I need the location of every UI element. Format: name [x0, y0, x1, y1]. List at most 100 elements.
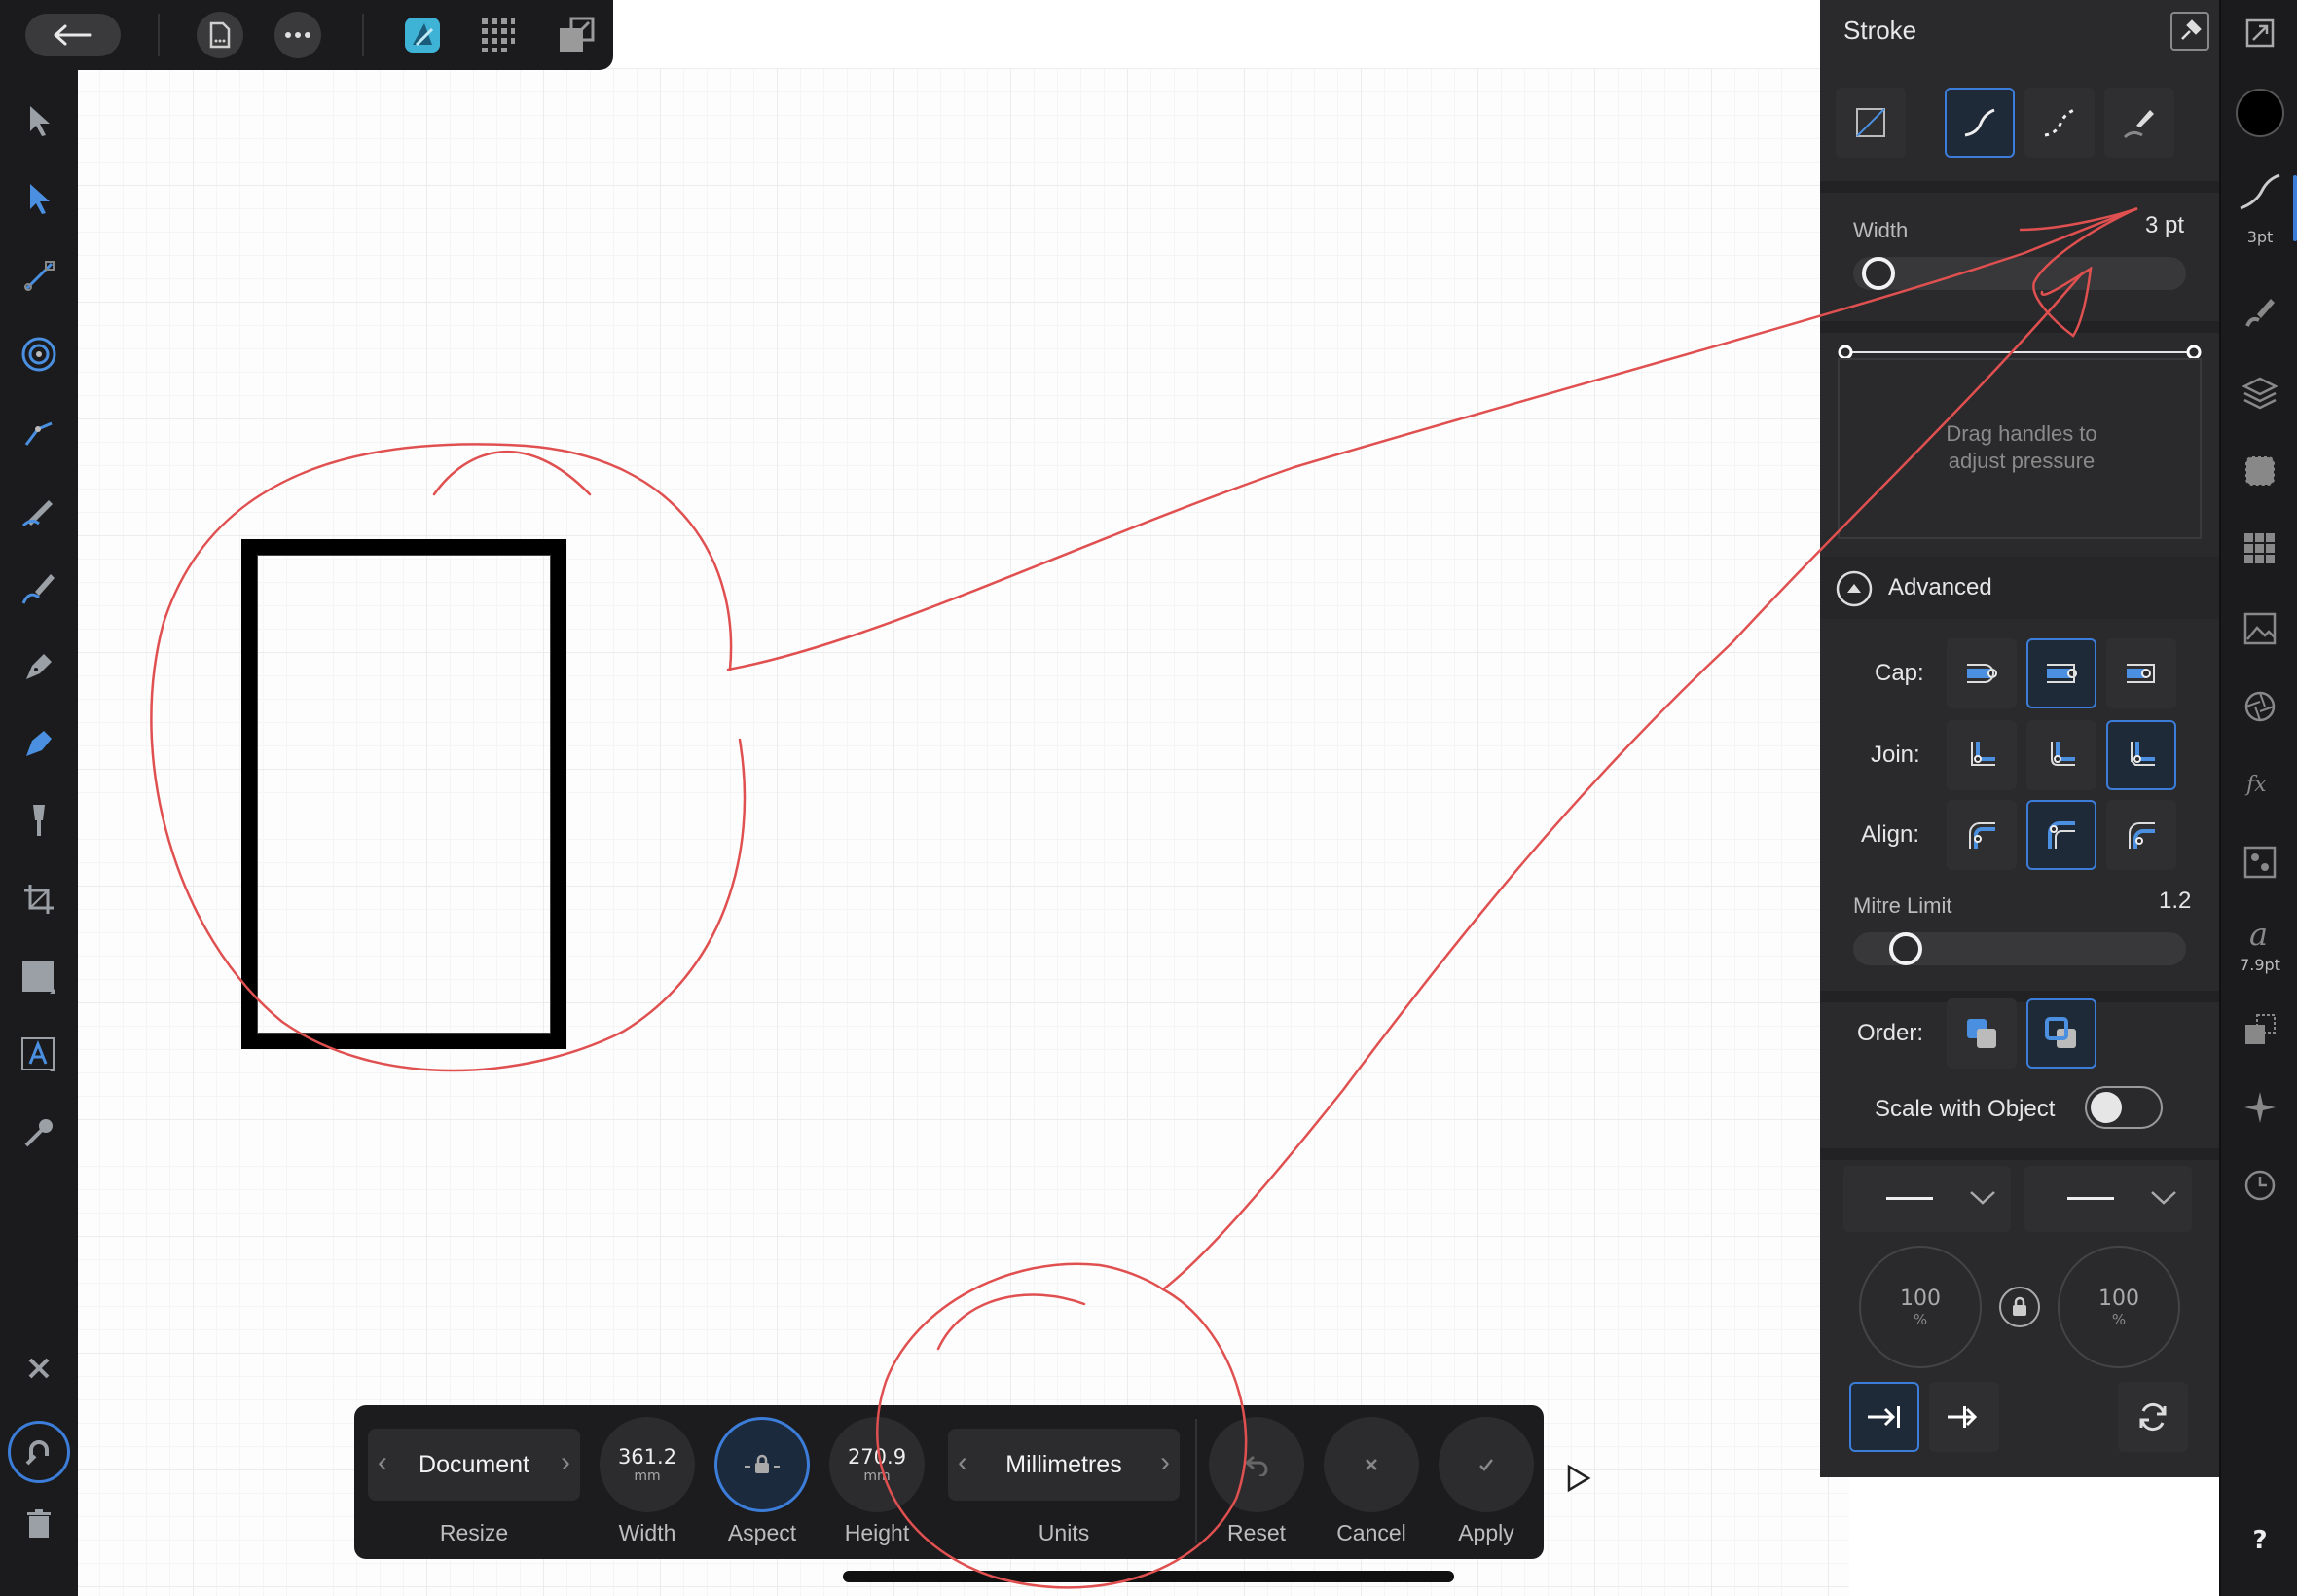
- pen-nib-icon: [26, 654, 52, 679]
- node-tool[interactable]: [14, 173, 64, 224]
- order-label: Order:: [1857, 1020, 1924, 1046]
- layers-tab[interactable]: [2235, 368, 2285, 418]
- chevron-left-icon[interactable]: ‹: [958, 1446, 967, 1479]
- close-button[interactable]: [14, 1343, 64, 1394]
- navigator-tab[interactable]: [2235, 8, 2285, 58]
- end-arrowhead-dropdown[interactable]: [2024, 1166, 2192, 1232]
- scale-with-object-toggle[interactable]: [2085, 1086, 2163, 1129]
- stroke-front-icon: [2045, 1017, 2076, 1048]
- stroke-type-solid[interactable]: [1945, 88, 2015, 158]
- reset-button[interactable]: [1209, 1417, 1304, 1512]
- pixel-persona-button[interactable]: [477, 14, 520, 56]
- vector-brush-tool[interactable]: [14, 562, 64, 613]
- corner-tool[interactable]: [14, 251, 64, 302]
- cap-label: Cap:: [1875, 660, 1924, 686]
- chevron-right-icon[interactable]: ›: [1160, 1446, 1170, 1479]
- artistic-text-icon: [21, 1037, 55, 1071]
- swatches-tab[interactable]: [2235, 524, 2285, 574]
- cap-butt-button[interactable]: [1947, 638, 2017, 708]
- point-transform-tool[interactable]: [14, 329, 64, 380]
- width-slider[interactable]: [1853, 257, 2186, 290]
- join-mitre-button[interactable]: [1947, 720, 2017, 790]
- pin-button[interactable]: [2170, 12, 2209, 51]
- checkmark-icon: [1479, 1459, 1493, 1471]
- stock-tab[interactable]: [2235, 603, 2285, 654]
- appearance-tab[interactable]: [2235, 446, 2285, 496]
- stroke-type-dashed[interactable]: [2024, 88, 2095, 158]
- history-tab[interactable]: [2235, 1160, 2285, 1211]
- percent-unit: %: [1913, 1310, 1928, 1328]
- text-style-tab[interactable]: a: [2235, 909, 2285, 960]
- target-icon: [21, 337, 56, 372]
- brushes-tab[interactable]: [2235, 286, 2285, 337]
- contour-tool[interactable]: [14, 407, 64, 457]
- rectangle-shape[interactable]: [241, 539, 566, 1049]
- navigator-compass-tab[interactable]: [2235, 1082, 2285, 1133]
- cap-square-button[interactable]: [2106, 638, 2176, 708]
- start-arrowhead-dropdown[interactable]: [1843, 1166, 2011, 1232]
- end-scale-dial[interactable]: 100 %: [2058, 1246, 2180, 1368]
- more-button[interactable]: [274, 12, 321, 58]
- advanced-header[interactable]: Advanced: [1820, 557, 2219, 619]
- width-slider-knob[interactable]: [1862, 257, 1896, 290]
- align-center-button[interactable]: [2026, 800, 2096, 870]
- chevron-left-icon[interactable]: ‹: [378, 1446, 387, 1479]
- chevron-right-icon[interactable]: ›: [561, 1446, 570, 1479]
- aspect-label: Aspect: [727, 1520, 797, 1545]
- align-inside-button[interactable]: [1947, 800, 2017, 870]
- no-stroke-icon: [1856, 108, 1885, 137]
- transform-tab[interactable]: [2235, 1004, 2285, 1055]
- pen-tool[interactable]: [14, 640, 64, 691]
- swap-arrowheads-button[interactable]: [2118, 1382, 2188, 1452]
- arrowhead-at-end-button[interactable]: [1929, 1382, 1999, 1452]
- text-tool[interactable]: [14, 1030, 64, 1080]
- stroke-type-none[interactable]: [1836, 88, 1906, 158]
- align-outside-button[interactable]: [2106, 800, 2176, 870]
- cap-round-button[interactable]: [2026, 638, 2096, 708]
- fill-icon: [26, 731, 52, 756]
- width-dial[interactable]: 361.2 mm: [600, 1417, 695, 1512]
- move-tool[interactable]: [14, 95, 64, 146]
- stroke-type-brush[interactable]: [2104, 88, 2174, 158]
- aspect-lock-button[interactable]: [714, 1417, 810, 1512]
- assets-tab[interactable]: [2235, 837, 2285, 888]
- mitre-limit-slider-knob[interactable]: [1888, 932, 1922, 965]
- back-button[interactable]: [25, 14, 121, 56]
- help-button[interactable]: ?: [2221, 1526, 2297, 1555]
- rectangle-tool[interactable]: [14, 952, 64, 1002]
- start-scale-dial[interactable]: 100 %: [1859, 1246, 1982, 1368]
- link-scale-button[interactable]: [1999, 1287, 2040, 1327]
- fill-tool[interactable]: [14, 718, 64, 769]
- transparency-tool[interactable]: [14, 796, 64, 847]
- studio-tabs: 3pt fx a 7.9pt ?: [2219, 0, 2297, 1596]
- order-front-button[interactable]: [2026, 998, 2096, 1069]
- cancel-button[interactable]: [1324, 1417, 1419, 1512]
- designer-persona-button[interactable]: [401, 14, 444, 56]
- stroke-tab[interactable]: [2235, 167, 2285, 218]
- snapping-button[interactable]: [8, 1421, 70, 1483]
- color-tab[interactable]: [2235, 88, 2285, 138]
- document-button[interactable]: [197, 12, 243, 58]
- advanced-label: Advanced: [1888, 574, 1992, 600]
- crop-tool[interactable]: [14, 874, 64, 925]
- arrowhead-beyond-button[interactable]: [1849, 1382, 1919, 1452]
- effects-tab[interactable]: fx: [2235, 759, 2285, 810]
- height-dial[interactable]: 270.9 mm: [829, 1417, 925, 1512]
- top-toolbar: [0, 0, 613, 70]
- join-bevel-button[interactable]: [2106, 720, 2176, 790]
- resize-mode-selector[interactable]: ‹ Document ›: [368, 1429, 580, 1501]
- resize-mode-value: Document: [419, 1450, 529, 1478]
- pressure-graph[interactable]: Drag handles to adjust pressure: [1838, 358, 2202, 539]
- pencil-tool[interactable]: [14, 485, 64, 535]
- symbols-tab[interactable]: [2235, 681, 2285, 732]
- units-selector[interactable]: ‹ Millimetres ›: [948, 1429, 1180, 1501]
- play-icon[interactable]: [1563, 1464, 1592, 1497]
- apply-button[interactable]: [1439, 1417, 1534, 1512]
- join-round-button[interactable]: [2026, 720, 2096, 790]
- delete-button[interactable]: [14, 1499, 64, 1549]
- color-picker-tool[interactable]: [14, 1107, 64, 1158]
- eyedropper-icon: [24, 1119, 53, 1147]
- mitre-limit-slider[interactable]: [1853, 932, 2186, 965]
- order-behind-button[interactable]: [1947, 998, 2017, 1069]
- export-persona-button[interactable]: [555, 14, 598, 56]
